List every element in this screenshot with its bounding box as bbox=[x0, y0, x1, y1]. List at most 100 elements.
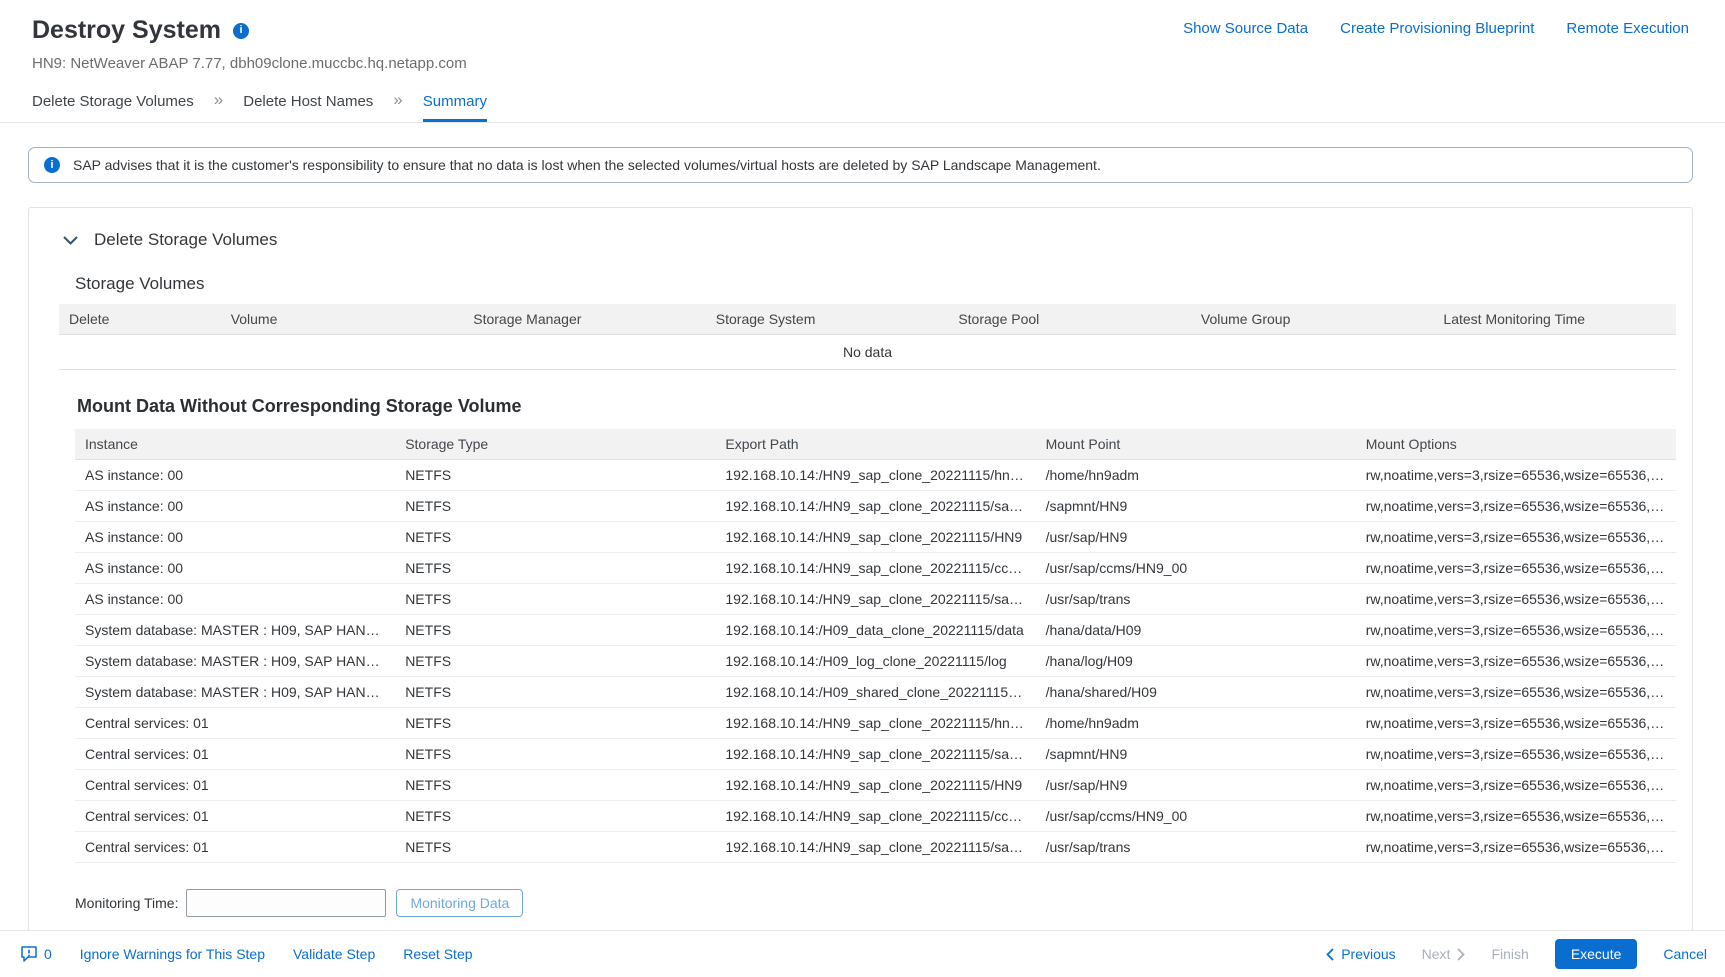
table-cell: AS instance: 00 bbox=[75, 460, 395, 491]
table-row: Central services: 01NETFS192.168.10.14:/… bbox=[75, 708, 1676, 739]
column-header: Storage Pool bbox=[948, 304, 1191, 335]
no-data-row: No data bbox=[59, 335, 1676, 370]
execute-button[interactable]: Execute bbox=[1555, 939, 1638, 969]
page-header: Destroy System i Show Source Data Create… bbox=[0, 0, 1725, 72]
column-header: Instance bbox=[75, 429, 395, 460]
table-row: AS instance: 00NETFS192.168.10.14:/HN9_s… bbox=[75, 491, 1676, 522]
table-cell: NETFS bbox=[395, 739, 715, 770]
table-row: System database: MASTER : H09, SAP HANA … bbox=[75, 646, 1676, 677]
table-cell: 192.168.10.14:/HN9_sap_clone_20221115/cc… bbox=[715, 553, 1035, 584]
previous-button[interactable]: Previous bbox=[1326, 946, 1395, 962]
table-cell: rw,noatime,vers=3,rsize=65536,wsize=6553… bbox=[1356, 770, 1676, 801]
table-row: System database: MASTER : H09, SAP HANA … bbox=[75, 615, 1676, 646]
table-cell: /sapmnt/HN9 bbox=[1036, 491, 1356, 522]
remote-execution-link[interactable]: Remote Execution bbox=[1566, 20, 1689, 37]
table-cell: 192.168.10.14:/HN9_sap_clone_20221115/HN… bbox=[715, 770, 1035, 801]
column-header: Latest Monitoring Time bbox=[1433, 304, 1676, 335]
page-title: Destroy System bbox=[32, 16, 221, 45]
next-label: Next bbox=[1422, 946, 1451, 962]
info-icon-glyph: i bbox=[50, 160, 53, 171]
mount-data-table: Instance Storage Type Export Path Mount … bbox=[75, 429, 1676, 863]
table-cell: System database: MASTER : H09, SAP HANA … bbox=[75, 615, 395, 646]
summary-card: Delete Storage Volumes Storage Volumes D… bbox=[28, 207, 1693, 940]
table-cell: System database: MASTER : H09, SAP HANA … bbox=[75, 677, 395, 708]
step-delete-host-names[interactable]: Delete Host Names bbox=[243, 93, 373, 122]
table-cell: /usr/sap/trans bbox=[1036, 832, 1356, 863]
table-cell: rw,noatime,vers=3,rsize=65536,wsize=6553… bbox=[1356, 677, 1676, 708]
table-row: Central services: 01NETFS192.168.10.14:/… bbox=[75, 739, 1676, 770]
step-delete-storage-volumes[interactable]: Delete Storage Volumes bbox=[32, 93, 194, 122]
table-cell: rw,noatime,vers=3,rsize=65536,wsize=6553… bbox=[1356, 708, 1676, 739]
column-header: Storage Type bbox=[395, 429, 715, 460]
mount-data-title: Mount Data Without Corresponding Storage… bbox=[77, 396, 1676, 417]
table-cell: NETFS bbox=[395, 801, 715, 832]
table-cell: /home/hn9adm bbox=[1036, 708, 1356, 739]
monitoring-data-button[interactable]: Monitoring Data bbox=[396, 889, 523, 917]
table-cell: 192.168.10.14:/HN9_sap_clone_20221115/sa… bbox=[715, 491, 1035, 522]
table-cell: NETFS bbox=[395, 584, 715, 615]
column-header: Volume bbox=[221, 304, 464, 335]
table-cell: /usr/sap/trans bbox=[1036, 584, 1356, 615]
table-cell: NETFS bbox=[395, 770, 715, 801]
monitoring-row: Monitoring Time: Monitoring Data bbox=[75, 889, 1676, 917]
table-cell: /usr/sap/HN9 bbox=[1036, 522, 1356, 553]
finish-button[interactable]: Finish bbox=[1491, 946, 1528, 962]
table-cell: 192.168.10.14:/HN9_sap_clone_20221115/sa… bbox=[715, 739, 1035, 770]
table-cell: rw,noatime,vers=3,rsize=65536,wsize=6553… bbox=[1356, 739, 1676, 770]
table-cell: NETFS bbox=[395, 460, 715, 491]
column-header: Mount Options bbox=[1356, 429, 1676, 460]
info-message-text: SAP advises that it is the customer's re… bbox=[73, 157, 1101, 173]
table-cell: rw,noatime,vers=3,rsize=65536,wsize=6553… bbox=[1356, 460, 1676, 491]
table-cell: AS instance: 00 bbox=[75, 491, 395, 522]
table-cell: NETFS bbox=[395, 615, 715, 646]
table-header-row: Instance Storage Type Export Path Mount … bbox=[75, 429, 1676, 460]
step-summary[interactable]: Summary bbox=[423, 93, 487, 122]
show-source-data-link[interactable]: Show Source Data bbox=[1183, 20, 1308, 37]
table-cell: AS instance: 00 bbox=[75, 584, 395, 615]
table-cell: NETFS bbox=[395, 832, 715, 863]
page-subtitle: HN9: NetWeaver ABAP 7.77, dbh09clone.muc… bbox=[32, 55, 1689, 72]
table-cell: NETFS bbox=[395, 522, 715, 553]
table-cell: /usr/sap/ccms/HN9_00 bbox=[1036, 553, 1356, 584]
table-cell: 192.168.10.14:/HN9_sap_clone_20221115/cc… bbox=[715, 801, 1035, 832]
table-cell: 192.168.10.14:/HN9_sap_clone_20221115/hn… bbox=[715, 460, 1035, 491]
chevron-down-icon bbox=[63, 236, 78, 245]
chevron-right-icon bbox=[1457, 948, 1465, 961]
table-cell: /home/hn9adm bbox=[1036, 460, 1356, 491]
column-header: Storage System bbox=[706, 304, 949, 335]
table-cell: /hana/log/H09 bbox=[1036, 646, 1356, 677]
reset-step-link[interactable]: Reset Step bbox=[403, 946, 472, 962]
validate-step-link[interactable]: Validate Step bbox=[293, 946, 375, 962]
table-cell: Central services: 01 bbox=[75, 739, 395, 770]
wizard-step-bar: Delete Storage Volumes » Delete Host Nam… bbox=[0, 90, 1725, 123]
table-cell: /usr/sap/HN9 bbox=[1036, 770, 1356, 801]
cancel-button[interactable]: Cancel bbox=[1663, 946, 1707, 962]
table-row: AS instance: 00NETFS192.168.10.14:/HN9_s… bbox=[75, 460, 1676, 491]
table-row: AS instance: 00NETFS192.168.10.14:/HN9_s… bbox=[75, 584, 1676, 615]
panel-delete-storage-volumes[interactable]: Delete Storage Volumes bbox=[45, 222, 1676, 258]
table-cell: NETFS bbox=[395, 491, 715, 522]
table-cell: rw,noatime,vers=3,rsize=65536,wsize=6553… bbox=[1356, 801, 1676, 832]
info-icon[interactable]: i bbox=[233, 23, 249, 39]
ignore-warnings-link[interactable]: Ignore Warnings for This Step bbox=[80, 946, 265, 962]
storage-volumes-table: Delete Volume Storage Manager Storage Sy… bbox=[59, 304, 1676, 370]
create-provisioning-blueprint-link[interactable]: Create Provisioning Blueprint bbox=[1340, 20, 1534, 37]
info-message-strip: i SAP advises that it is the customer's … bbox=[28, 147, 1693, 183]
table-cell: rw,noatime,vers=3,rsize=65536,wsize=6553… bbox=[1356, 522, 1676, 553]
table-cell: 192.168.10.14:/H09_data_clone_20221115/d… bbox=[715, 615, 1035, 646]
table-cell: Central services: 01 bbox=[75, 801, 395, 832]
table-cell: /hana/data/H09 bbox=[1036, 615, 1356, 646]
info-icon-glyph: i bbox=[239, 25, 242, 36]
next-button[interactable]: Next bbox=[1422, 946, 1466, 962]
table-cell: AS instance: 00 bbox=[75, 553, 395, 584]
messages-button[interactable]: 0 bbox=[20, 945, 52, 963]
table-cell: rw,noatime,vers=3,rsize=65536,wsize=6553… bbox=[1356, 832, 1676, 863]
header-actions: Show Source Data Create Provisioning Blu… bbox=[1183, 16, 1689, 37]
column-header: Delete bbox=[59, 304, 221, 335]
mount-table-body: AS instance: 00NETFS192.168.10.14:/HN9_s… bbox=[75, 460, 1676, 863]
table-row: AS instance: 00NETFS192.168.10.14:/HN9_s… bbox=[75, 553, 1676, 584]
table-cell: 192.168.10.14:/HN9_sap_clone_20221115/HN… bbox=[715, 522, 1035, 553]
column-header: Volume Group bbox=[1191, 304, 1434, 335]
monitoring-time-input[interactable] bbox=[186, 889, 386, 917]
table-row: Central services: 01NETFS192.168.10.14:/… bbox=[75, 832, 1676, 863]
